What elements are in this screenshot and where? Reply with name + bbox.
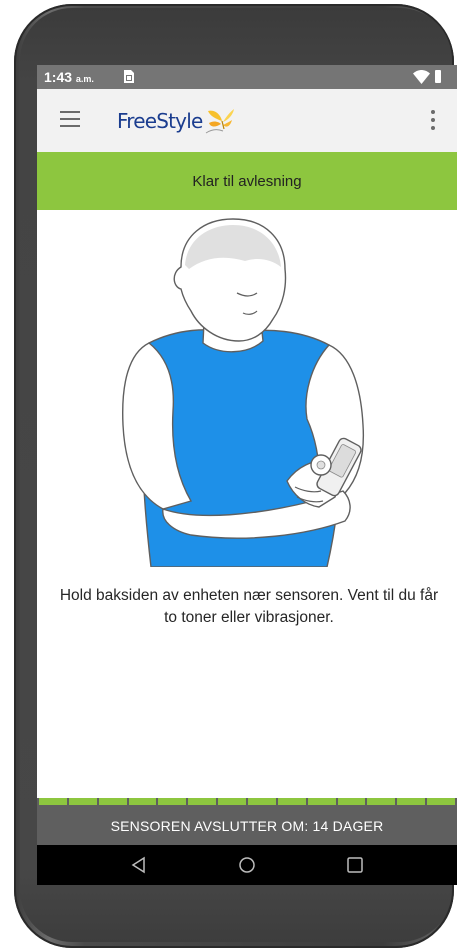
progress-segment: [218, 798, 247, 805]
progress-segment: [367, 798, 396, 805]
sensor-progress-bar: [37, 798, 457, 807]
footer-text: SENSOREN AVSLUTTER OM: 14 DAGER: [110, 818, 384, 834]
recents-square-icon[interactable]: [345, 855, 365, 875]
system-navigation-bar: [37, 845, 457, 885]
status-banner: Klar til avlesning: [37, 152, 457, 210]
sim-card-icon: [124, 70, 134, 83]
hamburger-menu-icon[interactable]: [60, 111, 80, 127]
progress-segment: [39, 798, 67, 805]
app-bar: FreeStyle: [37, 89, 457, 152]
progress-segment: [307, 798, 336, 805]
more-vert-icon[interactable]: [427, 110, 439, 132]
progress-segment: [188, 798, 217, 805]
instruction-text: Hold baksiden av enheten nær sensoren. V…: [59, 587, 439, 626]
progress-segment: [158, 798, 187, 805]
progress-segment: [397, 798, 426, 805]
logo-text: FreeStyle: [117, 109, 203, 133]
status-bar: 1:43 a.m.: [37, 65, 457, 89]
status-time: 1:43 a.m.: [44, 69, 94, 85]
progress-segment: [68, 798, 97, 805]
sensor-footer: SENSOREN AVSLUTTER OM: 14 DAGER: [37, 807, 457, 845]
freestyle-logo: FreeStyle: [117, 106, 238, 136]
scan-illustration: [122, 218, 365, 567]
progress-segment: [427, 798, 456, 805]
battery-icon: [435, 70, 441, 83]
home-circle-icon[interactable]: [237, 855, 257, 875]
back-triangle-icon[interactable]: [129, 855, 149, 875]
wifi-icon: [413, 70, 430, 84]
progress-segment: [277, 798, 306, 805]
banner-text: Klar til avlesning: [192, 172, 302, 190]
butterfly-icon: [206, 109, 235, 134]
progress-segment: [248, 798, 276, 805]
progress-segment: [128, 798, 157, 805]
progress-segment: [337, 798, 366, 805]
app-screen: 1:43 a.m. FreeStyle Klar til avlesning H…: [37, 65, 457, 885]
status-ampm: a.m.: [75, 74, 94, 84]
progress-segment: [98, 798, 127, 805]
